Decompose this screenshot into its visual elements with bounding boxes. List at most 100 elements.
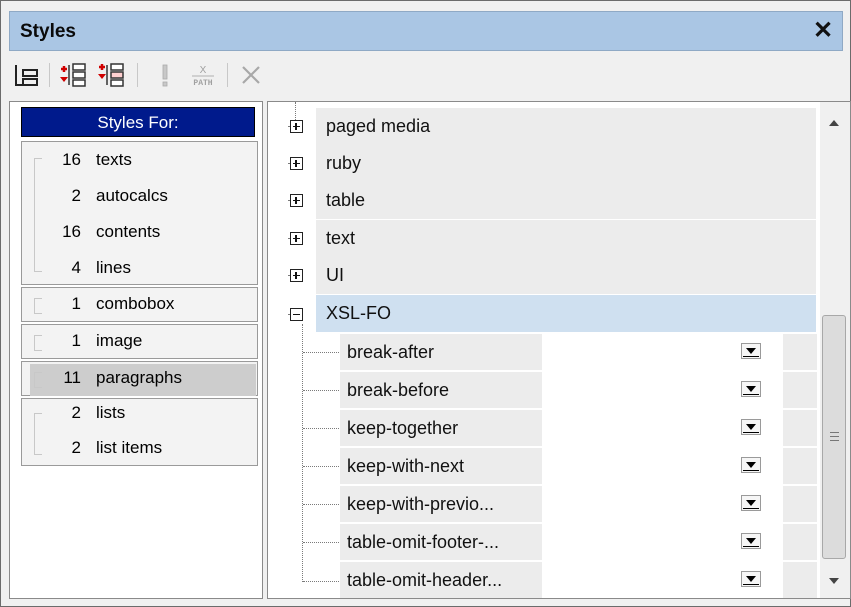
list-item[interactable]: 16 texts	[22, 142, 257, 176]
property-group-table[interactable]: table	[316, 182, 816, 220]
insert-before-icon[interactable]	[57, 59, 89, 91]
expand-icon[interactable]	[290, 232, 303, 245]
property-group-paged-media[interactable]: paged media	[316, 108, 816, 146]
scroll-up-icon[interactable]	[829, 120, 839, 126]
properties-panel: paged media ruby table text UI XSL-FO br…	[267, 101, 851, 599]
property-name: keep-together	[347, 418, 459, 438]
property-row-break-before[interactable]: break-before	[340, 372, 817, 409]
dropdown-arrow-icon[interactable]	[741, 419, 761, 435]
property-row-keep-together[interactable]: keep-together	[340, 410, 817, 447]
property-extra-cell[interactable]	[783, 334, 817, 370]
property-extra-cell[interactable]	[783, 448, 817, 484]
dropdown-arrow-icon[interactable]	[741, 457, 761, 473]
list-item[interactable]: 1 image	[22, 325, 257, 359]
tree-line	[295, 102, 296, 120]
property-name: keep-with-next	[347, 456, 465, 476]
list-item[interactable]: 16 contents	[22, 214, 257, 248]
grip-line	[830, 432, 839, 433]
property-extra-cell[interactable]	[783, 372, 817, 408]
property-name-cell: keep-with-previo...	[340, 486, 542, 522]
tree-line	[303, 466, 339, 467]
list-item-selected[interactable]: 11 paragraphs	[22, 362, 257, 396]
expand-icon[interactable]	[290, 157, 303, 170]
style-group-lists: 2 lists 2 list items	[21, 398, 258, 466]
tree-layout-icon[interactable]	[11, 59, 43, 91]
property-value-cell[interactable]	[545, 410, 781, 446]
property-row-keep-with-next[interactable]: keep-with-next	[340, 448, 817, 485]
property-name-cell: table-omit-footer-...	[340, 524, 542, 560]
item-label: lists	[96, 403, 126, 422]
item-count: 4	[71, 258, 81, 277]
style-group-text: 16 texts 2 autocalcs 16 contents 4 lines	[21, 141, 258, 285]
group-label: text	[326, 228, 356, 248]
property-row-break-after[interactable]: break-after	[340, 334, 817, 371]
toolbar-separator	[137, 63, 138, 87]
property-value-cell[interactable]	[545, 448, 781, 484]
item-count: 2	[71, 438, 81, 457]
property-name-cell: break-before	[340, 372, 542, 408]
dropdown-arrow-icon[interactable]	[741, 343, 761, 359]
exclamation-icon[interactable]	[149, 59, 181, 91]
group-label: table	[326, 190, 366, 210]
item-count: 11	[63, 368, 81, 387]
tree-line	[303, 428, 339, 429]
property-name-cell: keep-with-next	[340, 448, 542, 484]
property-extra-cell[interactable]	[783, 486, 817, 522]
group-label: ruby	[326, 153, 362, 173]
group-bracket	[34, 372, 42, 388]
property-extra-cell[interactable]	[783, 524, 817, 560]
property-value-cell[interactable]	[545, 562, 781, 598]
style-group-paragraphs: 11 paragraphs	[21, 361, 258, 396]
property-group-text[interactable]: text	[316, 220, 816, 258]
property-value-cell[interactable]	[545, 372, 781, 408]
dropdown-arrow-icon[interactable]	[741, 533, 761, 549]
list-item[interactable]: 2 autocalcs	[22, 178, 257, 212]
list-item[interactable]: 2 list items	[22, 433, 257, 467]
expand-icon[interactable]	[290, 194, 303, 207]
property-name: table-omit-footer-...	[347, 532, 500, 552]
item-label: texts	[96, 150, 132, 169]
property-row-table-omit-footer[interactable]: table-omit-footer-...	[340, 524, 817, 561]
svg-text:PATH: PATH	[193, 79, 212, 88]
item-count: 1	[71, 294, 81, 313]
property-group-ui[interactable]: UI	[316, 257, 816, 295]
svg-text:X: X	[200, 65, 207, 76]
property-value-cell[interactable]	[545, 486, 781, 522]
property-group-ruby[interactable]: ruby	[316, 145, 816, 183]
title-bar[interactable]: Styles ✕	[9, 11, 843, 51]
collapse-icon[interactable]	[290, 308, 303, 321]
styles-for-panel: Styles For: 16 texts 2 autocalcs 16 cont…	[9, 101, 263, 599]
property-name-cell: table-omit-header...	[340, 562, 542, 598]
tree-line	[303, 504, 339, 505]
property-value-cell[interactable]	[545, 524, 781, 560]
close-icon[interactable]: ✕	[810, 18, 836, 44]
group-label: paged media	[326, 116, 431, 136]
scrollbar-thumb[interactable]	[822, 315, 846, 559]
tree-line	[303, 390, 339, 391]
property-extra-cell[interactable]	[783, 562, 817, 598]
property-group-xsl-fo[interactable]: XSL-FO	[316, 295, 816, 333]
property-row-table-omit-header[interactable]: table-omit-header...	[340, 562, 817, 598]
dropdown-arrow-icon[interactable]	[741, 495, 761, 511]
list-item[interactable]: 1 combobox	[22, 288, 257, 322]
dropdown-arrow-icon[interactable]	[741, 381, 761, 397]
delete-icon[interactable]	[235, 59, 267, 91]
list-item[interactable]: 4 lines	[22, 250, 257, 284]
item-label: autocalcs	[96, 186, 168, 205]
scroll-down-icon[interactable]	[829, 578, 839, 584]
expand-icon[interactable]	[290, 120, 303, 133]
property-value-cell[interactable]	[545, 334, 781, 370]
expand-icon[interactable]	[290, 269, 303, 282]
xpath-icon[interactable]: X PATH	[187, 59, 219, 91]
property-row-keep-with-previous[interactable]: keep-with-previo...	[340, 486, 817, 523]
property-extra-cell[interactable]	[783, 410, 817, 446]
item-count: 16	[62, 150, 81, 169]
item-label: combobox	[96, 294, 175, 313]
list-item[interactable]: 2 lists	[22, 399, 257, 433]
tree-line	[303, 542, 339, 543]
item-label: list items	[96, 438, 163, 457]
dropdown-arrow-icon[interactable]	[741, 571, 761, 587]
vertical-scrollbar[interactable]	[820, 102, 850, 598]
property-name: break-after	[347, 342, 435, 362]
insert-after-icon[interactable]	[95, 59, 127, 91]
